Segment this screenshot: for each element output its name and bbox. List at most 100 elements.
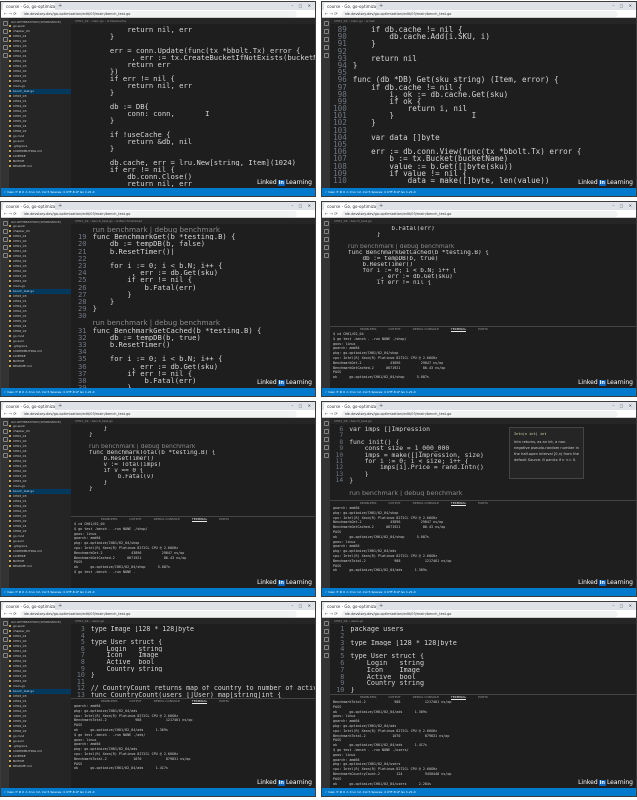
file-tree-item[interactable]: README.md: [9, 564, 71, 569]
window-controls[interactable]: – ▢ ✕: [291, 603, 313, 608]
activity-icon[interactable]: [323, 221, 329, 226]
file-tree-item[interactable]: README.md: [9, 364, 71, 369]
nav-buttons-icon[interactable]: ← → ⟳: [4, 11, 17, 16]
panel-tab[interactable]: OUTPUT: [129, 699, 141, 704]
panel-tab[interactable]: TERMINAL: [450, 327, 467, 332]
code-editor[interactable]: CH01_02 › main.go › ⊡ NewCache return ni…: [71, 18, 315, 188]
activity-icon[interactable]: [2, 653, 8, 658]
url-field[interactable]: ide.devstory.dev/go-optimization/edit/03…: [340, 410, 618, 417]
window-controls[interactable]: – ▢ ✕: [612, 603, 634, 608]
nav-buttons-icon[interactable]: ← → ⟳: [325, 611, 338, 616]
activity-icon[interactable]: [2, 29, 8, 34]
code-editor[interactable]: CH01_02 › bench_test.go b.Fatal(err) } ru…: [330, 218, 636, 388]
activity-icon[interactable]: [323, 37, 329, 42]
browser-tab[interactable]: course - Go, go-optimization-...: [324, 403, 376, 410]
code-area[interactable]: run benchmark | debug benchmark 19 func Be…: [71, 224, 315, 388]
url-field[interactable]: ide.devstory.dev/go-optimization/edit/03…: [19, 610, 297, 617]
terminal-panel[interactable]: PROBLEMS OUTPUT DEBUG CONSOLE TERMINAL PORTS…: [71, 516, 315, 588]
panel-tab[interactable]: PORTS: [478, 695, 488, 700]
panel-tab[interactable]: OUTPUT: [388, 327, 400, 332]
activity-icon[interactable]: [323, 253, 329, 258]
new-tab-icon[interactable]: +: [58, 603, 62, 609]
activity-icon[interactable]: [2, 637, 8, 642]
window-controls[interactable]: – ▢ ✕: [612, 3, 634, 8]
file-tree-item[interactable]: README.md: [9, 164, 71, 169]
browser-tab[interactable]: course - Go, go-optimization-...: [324, 603, 376, 610]
window-controls[interactable]: – ▢ ✕: [291, 203, 313, 208]
activity-icon[interactable]: [2, 445, 8, 450]
panel-tab[interactable]: PORTS: [478, 501, 488, 506]
new-tab-icon[interactable]: +: [379, 203, 383, 209]
activity-icon[interactable]: [2, 421, 8, 426]
panel-tab[interactable]: PORTS: [219, 517, 229, 522]
activity-icon[interactable]: [323, 645, 329, 650]
browser-tab[interactable]: course - Go, go-optimization-...: [3, 203, 55, 210]
file-tree-item[interactable]: README.md: [9, 764, 71, 769]
activity-icon[interactable]: [323, 45, 329, 50]
browser-tab[interactable]: course - Go, go-optimization-...: [3, 3, 55, 10]
activity-icon[interactable]: [323, 229, 329, 234]
panel-tab[interactable]: DEBUG CONSOLE: [413, 327, 439, 332]
panel-tab[interactable]: TERMINAL: [191, 517, 208, 522]
activity-icon[interactable]: [2, 229, 8, 234]
panel-tab[interactable]: OUTPUT: [129, 517, 141, 522]
panel-tab[interactable]: DEBUG CONSOLE: [154, 699, 180, 704]
activity-icon[interactable]: [2, 621, 8, 626]
activity-icon[interactable]: [2, 53, 8, 58]
code-area[interactable]: 3 type Image [128 * 128]byte 4 5 type User s…: [71, 624, 315, 699]
new-tab-icon[interactable]: +: [58, 203, 62, 209]
activity-icon[interactable]: [2, 237, 8, 242]
terminal-panel[interactable]: PROBLEMS OUTPUT DEBUG CONSOLE TERMINAL PORTS…: [71, 698, 315, 788]
window-controls[interactable]: – ▢ ✕: [291, 3, 313, 8]
browser-tab[interactable]: course - Go, go-optimization-...: [3, 603, 55, 610]
activity-icon[interactable]: [2, 253, 8, 258]
url-field[interactable]: ide.devstory.dev/go-optimization/edit/03…: [19, 410, 297, 417]
activity-icon[interactable]: [323, 21, 329, 26]
panel-tab[interactable]: DEBUG CONSOLE: [154, 517, 180, 522]
activity-icon[interactable]: [2, 21, 8, 26]
panel-tab[interactable]: PORTS: [478, 327, 488, 332]
code-editor[interactable]: CH01_02 › bench_test.go › ⊡ BenchmarkGet…: [71, 218, 315, 388]
activity-icon[interactable]: [323, 621, 329, 626]
code-area[interactable]: }} run benchmark | debug benchmark func Be…: [71, 424, 315, 492]
nav-buttons-icon[interactable]: ← → ⟳: [4, 211, 17, 216]
code-editor[interactable]: CH01_02 › bench_test.go }} run benchmark …: [71, 418, 315, 588]
panel-tab[interactable]: PROBLEMS: [360, 501, 376, 506]
browser-tab[interactable]: course - Go, go-optimization-...: [324, 3, 376, 10]
activity-icon[interactable]: [323, 653, 329, 658]
url-field[interactable]: ide.devstory.dev/go-optimization/edit/03…: [340, 210, 618, 217]
activity-icon[interactable]: [323, 245, 329, 250]
url-field[interactable]: ide.devstory.dev/go-optimization/edit/03…: [340, 610, 618, 617]
panel-tab[interactable]: PORTS: [219, 699, 229, 704]
window-controls[interactable]: – ▢ ✕: [291, 403, 313, 408]
url-field[interactable]: ide.devstory.dev/go-optimization/edit/03…: [19, 210, 297, 217]
activity-icon[interactable]: [2, 429, 8, 434]
activity-icon[interactable]: [2, 245, 8, 250]
browser-tab[interactable]: course - Go, go-optimization-...: [324, 203, 376, 210]
new-tab-icon[interactable]: +: [379, 403, 383, 409]
url-field[interactable]: ide.devstory.dev/go-optimization/edit/03…: [19, 10, 297, 17]
new-tab-icon[interactable]: +: [58, 3, 62, 9]
activity-icon[interactable]: [323, 53, 329, 58]
new-tab-icon[interactable]: +: [379, 603, 383, 609]
activity-icon[interactable]: [323, 29, 329, 34]
code-editor[interactable]: CH01_02 › main.go › ⊡ Get 89 if db.cache …: [330, 18, 636, 188]
code-area[interactable]: 89 if db.cache != nil {90 db.cache.Add(i…: [330, 24, 636, 184]
nav-buttons-icon[interactable]: ← → ⟳: [325, 411, 338, 416]
nav-buttons-icon[interactable]: ← → ⟳: [4, 411, 17, 416]
activity-icon[interactable]: [323, 437, 329, 442]
nav-buttons-icon[interactable]: ← → ⟳: [4, 611, 17, 616]
activity-icon[interactable]: [2, 437, 8, 442]
codelens-hint[interactable]: run benchmark | debug benchmark: [71, 319, 315, 326]
url-field[interactable]: ide.devstory.dev/go-optimization/edit/03…: [340, 10, 618, 17]
activity-icon[interactable]: [2, 37, 8, 42]
panel-tab[interactable]: DEBUG CONSOLE: [413, 501, 439, 506]
activity-icon[interactable]: [2, 453, 8, 458]
codelens-hint[interactable]: run benchmark | debug benchmark: [330, 490, 636, 496]
code-area[interactable]: return nil, err } err = conn.Update(func…: [71, 24, 315, 187]
nav-buttons-icon[interactable]: ← → ⟳: [325, 11, 338, 16]
panel-tab[interactable]: TERMINAL: [450, 501, 467, 506]
activity-icon[interactable]: [323, 637, 329, 642]
nav-buttons-icon[interactable]: ← → ⟳: [325, 211, 338, 216]
code-editor[interactable]: CH01_04 › users.go 1 package users 2 3 type I…: [330, 618, 636, 788]
